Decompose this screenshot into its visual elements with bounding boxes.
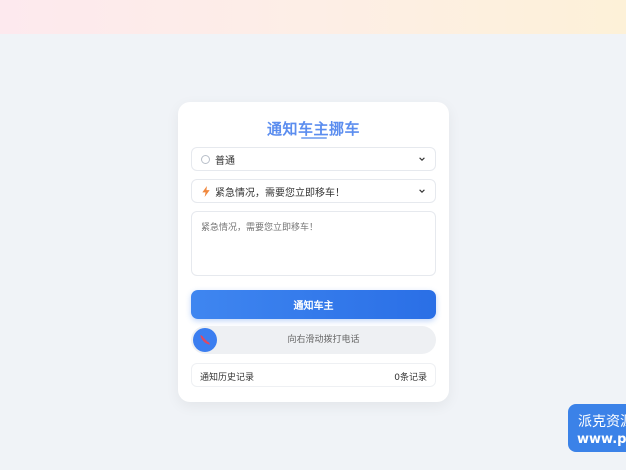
chevron-down-icon xyxy=(419,189,425,193)
notify-card: 通知车主挪车 普通 紧急情况，需要您立即移车！ 通知车主 向右滑动拨打电话 通知… xyxy=(178,102,449,402)
message-select[interactable]: 紧急情况，需要您立即移车！ xyxy=(191,179,436,203)
priority-select[interactable]: 普通 xyxy=(191,147,436,171)
call-slider-text: 向右滑动拨打电话 xyxy=(287,335,360,345)
top-gradient-band xyxy=(0,0,626,34)
call-slider[interactable]: 向右滑动拨打电话 xyxy=(191,326,436,354)
message-textarea[interactable] xyxy=(191,211,436,276)
chevron-down-icon xyxy=(419,157,425,161)
page-title: 通知车主挪车 xyxy=(266,120,360,138)
slider-handle[interactable] xyxy=(193,328,217,352)
history-count: 0条记录 xyxy=(394,373,427,383)
radio-circle-icon xyxy=(201,154,210,164)
watermark-text: 派克资源 xyxy=(578,414,626,430)
message-select-value: 紧急情况，需要您立即移车！ xyxy=(215,187,345,199)
lightning-bolt-icon xyxy=(202,185,210,197)
priority-select-value: 普通 xyxy=(215,155,235,167)
notify-owner-button[interactable]: 通知车主 xyxy=(191,290,436,319)
notify-history[interactable]: 通知历史记录 0条记录 xyxy=(191,363,436,387)
watermark-url: www.pk xyxy=(577,432,626,447)
title-underline xyxy=(301,137,327,139)
history-label: 通知历史记录 xyxy=(200,373,255,383)
phone-icon xyxy=(200,335,210,345)
watermark-badge: 派克资源 www.pk xyxy=(568,404,626,452)
